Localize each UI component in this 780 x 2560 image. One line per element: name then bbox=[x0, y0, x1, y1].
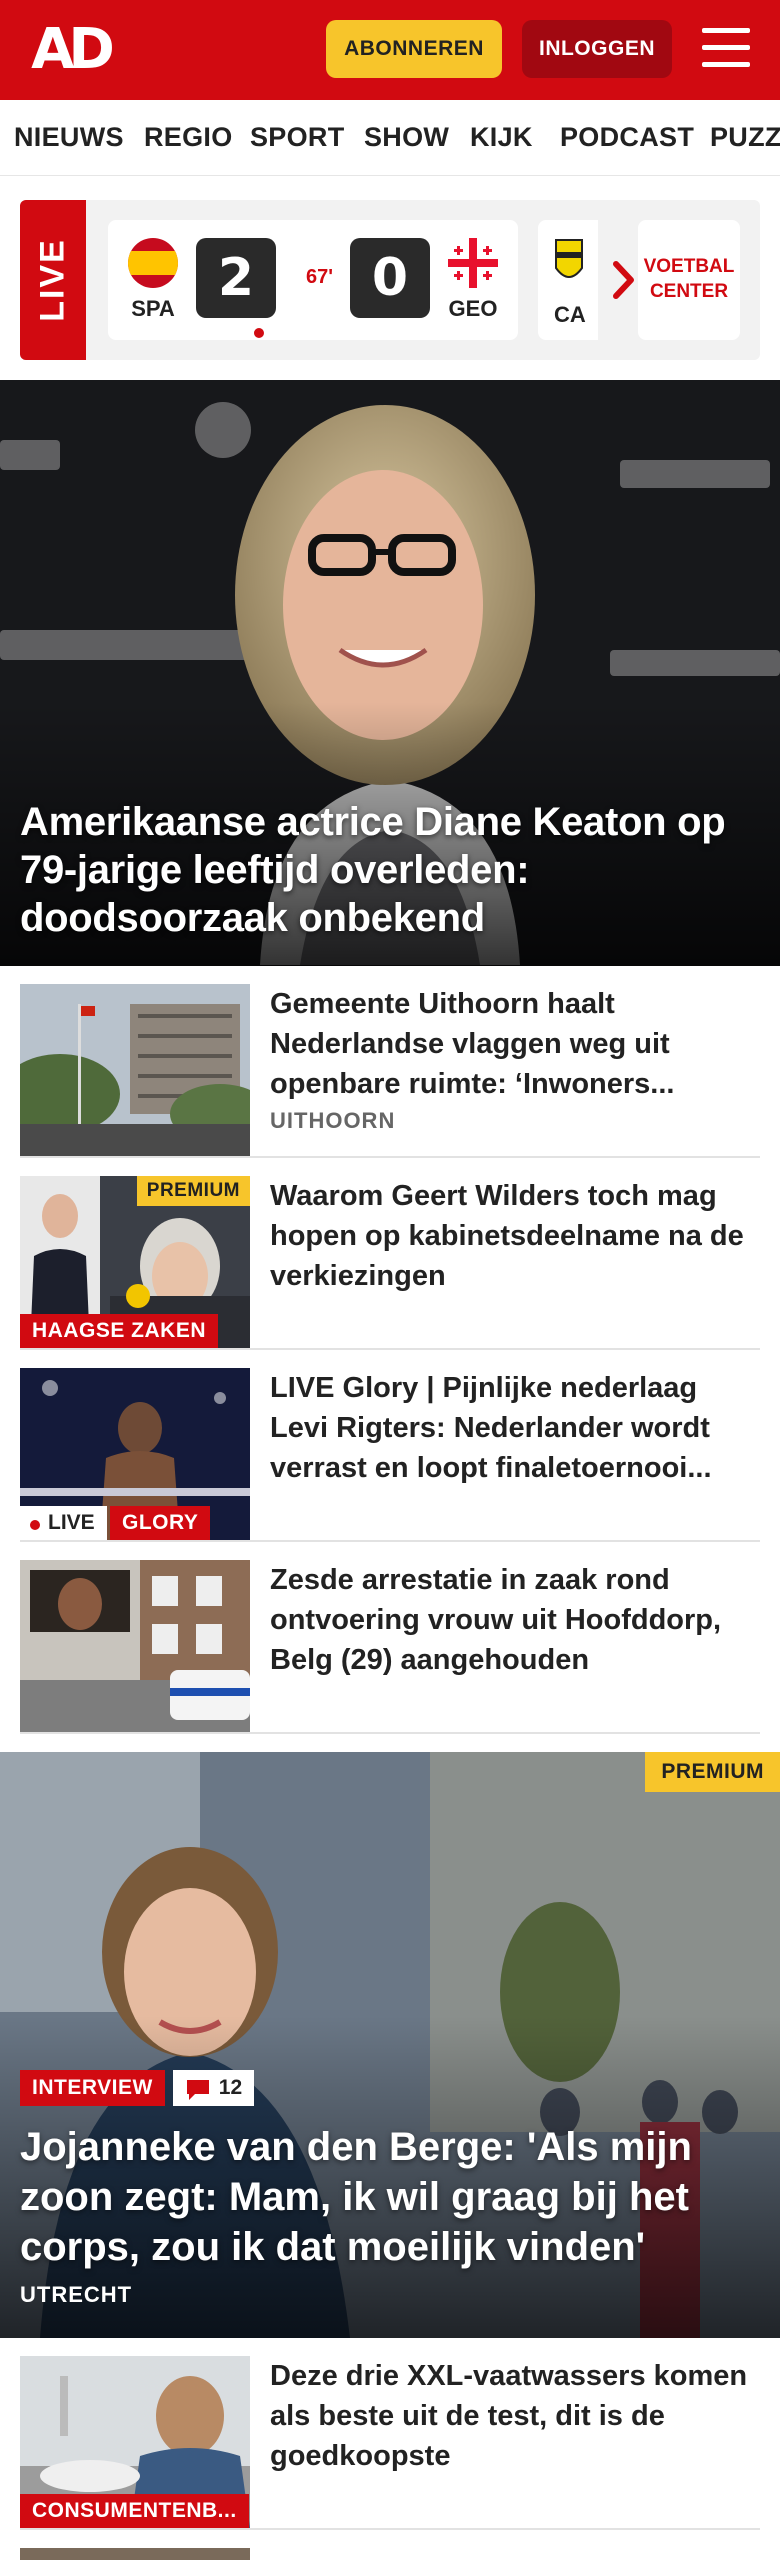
article-headline[interactable]: Waarom Geert Wilders toch mag hopen op k… bbox=[270, 1176, 760, 1296]
article-headline[interactable]: Gemeente Uithoorn haalt Nederlandse vlag… bbox=[270, 984, 760, 1104]
category-tag[interactable]: HAAGSE ZAKEN bbox=[20, 1314, 219, 1348]
comment-icon bbox=[186, 2080, 209, 2100]
hero-article[interactable]: Amerikaanse actrice Diane Keaton op 79-j… bbox=[0, 380, 780, 966]
nav-item-nieuws[interactable]: NIEUWS bbox=[14, 122, 124, 153]
nav-item-sport[interactable]: SPORT bbox=[250, 122, 345, 153]
category-tag[interactable]: CONSUMENTENB... bbox=[20, 2494, 249, 2528]
ad-logo[interactable]: AD bbox=[24, 17, 116, 82]
category-tag[interactable]: INTERVIEW bbox=[20, 2070, 165, 2106]
next-match-card[interactable]: CA bbox=[538, 220, 598, 340]
article-thumbnail: CONSUMENTENB... bbox=[20, 2356, 250, 2528]
georgia-flag-icon bbox=[448, 238, 498, 288]
live-label: LIVE bbox=[20, 200, 86, 360]
nav-item-puzzel[interactable]: PUZZ bbox=[710, 122, 780, 153]
home-team: SPA bbox=[118, 238, 188, 328]
feature-headline[interactable]: Jojanneke van den Berge: 'Als mijn zoon … bbox=[20, 2122, 760, 2272]
hamburger-menu-icon[interactable] bbox=[700, 24, 752, 72]
nav-item-kijk[interactable]: KIJK bbox=[470, 122, 533, 153]
match-card[interactable]: SPA 2 67' 0 GEO bbox=[108, 220, 518, 340]
away-score: 0 bbox=[350, 238, 430, 318]
category-tag[interactable]: GLORY bbox=[110, 1506, 211, 1540]
article-thumbnail: LIVE GLORY bbox=[20, 1368, 250, 1540]
club-crest-icon bbox=[554, 238, 584, 288]
nav-item-regio[interactable]: REGIO bbox=[144, 122, 233, 153]
hero-headline[interactable]: Amerikaanse actrice Diane Keaton op 79-j… bbox=[20, 798, 760, 942]
away-team: GEO bbox=[438, 238, 508, 328]
main-nav: NIEUWS REGIO SPORT SHOW KIJK PODCAST PUZ… bbox=[0, 100, 780, 176]
voetbal-center-label-1: VOETBAL bbox=[643, 256, 735, 278]
comments-count: 12 bbox=[218, 2076, 243, 2099]
article-card[interactable]: Zesde arrestatie in zaak rond ontvoering… bbox=[20, 1542, 760, 1734]
spain-flag-icon bbox=[128, 238, 178, 288]
voetbal-center-link[interactable]: VOETBAL CENTER bbox=[638, 220, 740, 340]
article-headline[interactable]: Zesde arrestatie in zaak rond ontvoering… bbox=[270, 1560, 760, 1680]
away-team-code: GEO bbox=[448, 296, 498, 321]
premium-badge: PREMIUM bbox=[645, 1752, 780, 1792]
voetbal-center-label-2: CENTER bbox=[649, 281, 729, 302]
home-team-code: SPA bbox=[131, 296, 175, 321]
match-minute: 67' bbox=[306, 266, 334, 288]
nav-item-podcast[interactable]: PODCAST bbox=[560, 122, 694, 153]
premium-badge: PREMIUM bbox=[136, 1176, 250, 1206]
article-headline[interactable]: LIVE Glory | Pijnlijke nederlaag Levi Ri… bbox=[270, 1368, 760, 1488]
live-scores-panel: LIVE SPA 2 67' 0 GEO CA VOETBAL CENTER bbox=[20, 200, 760, 360]
feature-tags: INTERVIEW 12 bbox=[20, 2070, 255, 2106]
article-card[interactable]: CONSUMENTENB... Deze drie XXL-vaatwasser… bbox=[20, 2338, 760, 2530]
article-location: UITHOORN bbox=[270, 1108, 396, 1133]
goal-indicator bbox=[252, 326, 266, 340]
next-team-code: CA bbox=[554, 302, 586, 327]
top-header: AD ABONNEREN INLOGGEN bbox=[0, 0, 780, 100]
login-button[interactable]: INLOGGEN bbox=[522, 20, 672, 78]
comments-badge[interactable]: 12 bbox=[172, 2070, 255, 2106]
next-article-thumbnail bbox=[20, 2548, 250, 2560]
feature-article[interactable]: PREMIUM INTERVIEW 12 Jojanneke van den B… bbox=[0, 1752, 780, 2338]
article-thumbnail bbox=[20, 1560, 250, 1732]
article-card[interactable]: LIVE GLORY LIVE Glory | Pijnlijke nederl… bbox=[20, 1350, 760, 1542]
article-card[interactable]: PREMIUM HAAGSE ZAKEN Waarom Geert Wilder… bbox=[20, 1158, 760, 1350]
article-card[interactable]: Gemeente Uithoorn haalt Nederlandse vlag… bbox=[20, 966, 760, 1158]
live-scores-strip: LIVE SPA 2 67' 0 GEO CA VOETBAL CENTER bbox=[0, 176, 780, 372]
nav-item-show[interactable]: SHOW bbox=[364, 122, 449, 153]
article-thumbnail: PREMIUM HAAGSE ZAKEN bbox=[20, 1176, 250, 1348]
subscribe-button[interactable]: ABONNEREN bbox=[326, 20, 502, 78]
live-badge: LIVE bbox=[20, 1506, 107, 1540]
article-thumbnail bbox=[20, 984, 250, 1156]
article-headline[interactable]: Deze drie XXL-vaatwassers komen als best… bbox=[270, 2356, 760, 2476]
feature-location: UTRECHT bbox=[20, 2282, 133, 2307]
home-score: 2 bbox=[196, 238, 276, 318]
